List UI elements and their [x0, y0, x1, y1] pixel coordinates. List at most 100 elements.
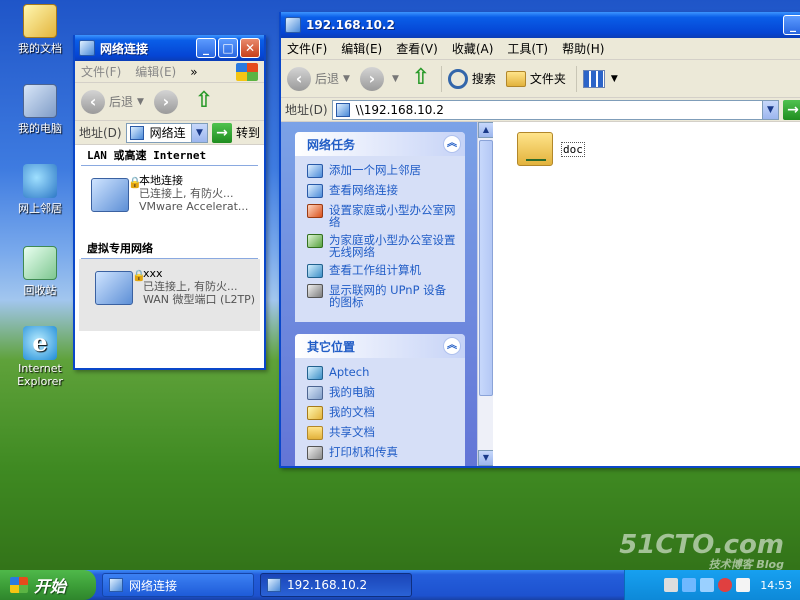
taskbar-button-network[interactable]: 网络连接: [102, 573, 254, 597]
network-titlebar[interactable]: 网络连接 _ □ ✕: [75, 35, 264, 61]
security-shield-icon[interactable]: [718, 578, 733, 592]
desktop-icon-label: Internet Explorer: [17, 362, 63, 388]
task-setup-home-network[interactable]: 设置家庭或小型办公室网络: [307, 204, 457, 228]
task-pane-scrollbar[interactable]: ▲ ▼: [477, 122, 494, 466]
go-button[interactable]: →: [211, 122, 232, 143]
forward-arrow-icon: ›: [153, 89, 178, 114]
start-button[interactable]: 开始: [0, 570, 96, 600]
network-share-icon: [285, 17, 301, 33]
my-documents-icon: [307, 406, 323, 420]
network-connections-icon: [129, 125, 144, 140]
network-connections-icon: [79, 40, 95, 56]
views-button[interactable]: ▼: [582, 69, 618, 88]
network-tray-icon[interactable]: [682, 578, 697, 592]
desktop-icon-ie[interactable]: e Internet Explorer: [8, 326, 72, 388]
windows-logo-icon: [236, 62, 258, 81]
back-button[interactable]: ‹ 后退 ▼: [81, 89, 144, 114]
network-tasks-list: 添加一个网上邻居 查看网络连接 设置家庭或小型办公室网络 为家庭或小型办公室设置…: [295, 156, 465, 322]
go-button[interactable]: →: [783, 99, 800, 120]
task-add-network-place[interactable]: 添加一个网上邻居: [307, 164, 457, 178]
network-connections-window: 网络连接 _ □ ✕ 文件(F) 编辑(E) » ‹ 后退 ▼ › ⇧ 地址(D…: [73, 35, 266, 370]
clock[interactable]: 14:53: [760, 579, 792, 592]
back-label: 后退: [109, 95, 134, 109]
menu-file[interactable]: 文件(F): [81, 63, 121, 80]
connection-device: VMware Accelerat...: [139, 200, 249, 213]
menu-edit[interactable]: 编辑(E): [135, 63, 176, 80]
place-printers[interactable]: 打印机和传真: [307, 446, 457, 460]
taskbar-button-explorer[interactable]: 192.168.10.2: [260, 573, 412, 597]
address-input[interactable]: \\192.168.10.2 ▼: [331, 99, 779, 120]
scroll-up-icon[interactable]: ▲: [478, 122, 494, 138]
connection-name: xxx: [143, 267, 163, 280]
task-pane: 网络任务 ︽ 添加一个网上邻居 查看网络连接 设置家庭或小型办公室网络 为家庭或…: [281, 122, 477, 466]
minimize-button[interactable]: _: [196, 38, 216, 58]
collapse-icon[interactable]: ︽: [443, 135, 461, 153]
search-button[interactable]: 搜索: [447, 68, 496, 89]
desktop-icon-label: 我的电脑: [18, 122, 62, 135]
menu-view[interactable]: 查看(V): [396, 40, 438, 57]
place-my-computer[interactable]: 我的电脑: [307, 386, 457, 400]
menu-more[interactable]: »: [190, 65, 197, 79]
scroll-down-icon[interactable]: ▼: [478, 450, 494, 466]
minimize-button[interactable]: _: [783, 15, 800, 35]
desktop-icon-my-computer[interactable]: 我的电脑: [8, 84, 72, 136]
chevron-down-icon[interactable]: ▼: [762, 100, 778, 119]
network-tasks-header[interactable]: 网络任务 ︽: [295, 132, 465, 156]
explorer-menubar: 文件(F) 编辑(E) 查看(V) 收藏(A) 工具(T) 帮助(H): [281, 38, 800, 60]
keyboard-icon[interactable]: [664, 578, 679, 592]
network-tray-icon[interactable]: [700, 578, 715, 592]
desktop-icon-network-places[interactable]: 网上邻居: [8, 164, 72, 216]
chevron-down-icon[interactable]: ▼: [190, 123, 207, 142]
connection-status: 已连接上, 有防火...: [139, 187, 234, 200]
views-icon: [582, 69, 605, 88]
task-view-workgroup[interactable]: 查看工作组计算机: [307, 264, 457, 278]
menu-help[interactable]: 帮助(H): [562, 40, 604, 57]
desktop-icon-recycle-bin[interactable]: 回收站: [8, 246, 72, 298]
desktop-icon-my-documents[interactable]: 我的文档: [8, 4, 72, 56]
place-aptech[interactable]: Aptech: [307, 366, 457, 380]
explorer-body: 网络任务 ︽ 添加一个网上邻居 查看网络连接 设置家庭或小型办公室网络 为家庭或…: [281, 122, 800, 466]
connection-local[interactable]: 🔒 本地连接 已连接上, 有防火... VMware Accelerat...: [75, 166, 264, 238]
task-view-connections[interactable]: 查看网络连接: [307, 184, 457, 198]
up-folder-icon[interactable]: ⇧: [409, 66, 433, 91]
chevron-down-icon[interactable]: ▼: [392, 74, 399, 84]
other-places-panel: 其它位置 ︽ Aptech 我的电脑 我的文档 共享文档 打印机和传真: [295, 334, 465, 466]
close-button[interactable]: ✕: [240, 38, 260, 58]
menu-file[interactable]: 文件(F): [287, 40, 327, 57]
place-my-documents[interactable]: 我的文档: [307, 406, 457, 420]
connection-name: 本地连接: [139, 174, 183, 187]
connections-list: LAN 或高速 Internet 🔒 本地连接 已连接上, 有防火... VMw…: [75, 145, 264, 368]
menu-tools[interactable]: 工具(T): [507, 40, 548, 57]
chevron-down-icon[interactable]: ▼: [343, 74, 350, 84]
goto-label[interactable]: 转到: [236, 124, 260, 141]
volume-icon[interactable]: [736, 578, 751, 592]
desktop-icon-label: 网上邻居: [18, 202, 62, 215]
explorer-title: 192.168.10.2: [306, 18, 395, 32]
menu-favorites[interactable]: 收藏(A): [452, 40, 494, 57]
other-places-header[interactable]: 其它位置 ︽: [295, 334, 465, 358]
forward-arrow-icon: ›: [359, 66, 384, 91]
back-button[interactable]: ‹ 后退 ▼: [287, 66, 350, 91]
explorer-toolbar: ‹ 后退 ▼ › ▼ ⇧ 搜索 文件夹 ▼: [281, 60, 800, 98]
watermark: 51CTO.com 技术博客 Blog: [619, 530, 784, 571]
explorer-titlebar[interactable]: 192.168.10.2 _: [281, 12, 800, 38]
task-setup-wireless[interactable]: 为家庭或小型办公室设置无线网络: [307, 234, 457, 258]
forward-button[interactable]: › ▼: [359, 66, 399, 91]
collapse-icon[interactable]: ︽: [443, 337, 461, 355]
maximize-button[interactable]: □: [218, 38, 238, 58]
address-input[interactable]: 网络连 ▼: [125, 122, 208, 143]
start-label: 开始: [34, 577, 67, 596]
share-item-doc[interactable]: doc: [517, 132, 585, 166]
connection-vpn[interactable]: 🔒 xxx 已连接上, 有防火... WAN 微型端口 (L2TP): [79, 259, 260, 331]
task-show-upnp[interactable]: 显示联网的 UPnP 设备的图标: [307, 284, 457, 308]
folders-button[interactable]: 文件夹: [505, 70, 566, 87]
network-title: 网络连接: [100, 41, 149, 56]
menu-edit[interactable]: 编辑(E): [341, 40, 382, 57]
connection-status: 已连接上, 有防火...: [143, 280, 238, 293]
desktop-icon-label: 我的文档: [18, 42, 62, 55]
up-folder-icon[interactable]: ⇧: [192, 89, 216, 114]
chevron-down-icon[interactable]: ▼: [137, 97, 144, 107]
place-shared-documents[interactable]: 共享文档: [307, 426, 457, 440]
scroll-thumb[interactable]: [479, 140, 493, 396]
forward-button[interactable]: ›: [153, 89, 182, 114]
